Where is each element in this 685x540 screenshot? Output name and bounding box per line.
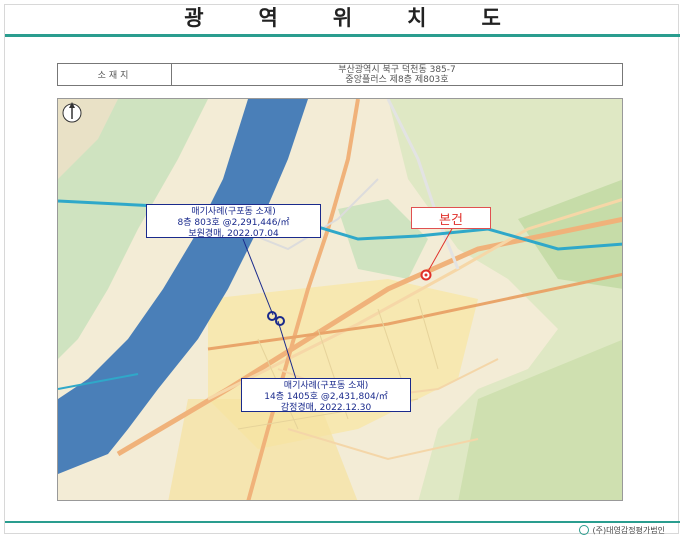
- address-line-1: 부산광역시 북구 덕천동 385-7: [338, 64, 456, 75]
- footer-rule: [5, 521, 680, 523]
- title-rule: [5, 34, 680, 37]
- location-label: 소재지: [58, 64, 172, 85]
- area-map[interactable]: 매기사례(구포동 소재) 8층 803호 @2,291,446/㎡ 보원경매, …: [57, 98, 623, 501]
- company-logo-icon: [578, 525, 589, 535]
- footer: (주)대영감정평가법인: [578, 524, 665, 536]
- location-address: 부산광역시 북구 덕천동 385-7 중앙플러스 제8층 제803호: [172, 64, 622, 85]
- callout-1-line-3: 보원경매, 2022.07.04: [188, 229, 279, 239]
- location-info-table: 소재지 부산광역시 북구 덕천동 385-7 중앙플러스 제8층 제803호: [57, 63, 623, 86]
- comparable-callout-1: 매기사례(구포동 소재) 8층 803호 @2,291,446/㎡ 보원경매, …: [146, 204, 321, 239]
- callout-2-line-1: 매기사례(구포동 소재): [283, 381, 369, 391]
- subject-label-text: 본건: [439, 212, 463, 228]
- callout-2-line-3: 감정경매, 2022.12.30: [280, 403, 372, 413]
- page-title-text: 광역위치도: [184, 5, 556, 30]
- address-line-2: 중앙플러스 제8층 제803호: [345, 74, 449, 85]
- callout-1-line-1: 매기사례(구포동 소재): [191, 207, 276, 217]
- comparable-callout-2: 매기사례(구포동 소재) 14층 1405호 @2,431,804/㎡ 감정경매…: [241, 378, 411, 413]
- callout-2-line-2: 14층 1405호 @2,431,804/㎡: [264, 392, 388, 402]
- subject-marker-icon: [420, 269, 432, 281]
- subject-label: 본건: [411, 207, 491, 229]
- callout-1-line-2: 8층 803호 @2,291,446/㎡: [177, 218, 290, 228]
- map-canvas: [58, 99, 622, 500]
- company-name: (주)대영감정평가법인: [592, 525, 665, 535]
- page-title: 광역위치도: [0, 0, 685, 34]
